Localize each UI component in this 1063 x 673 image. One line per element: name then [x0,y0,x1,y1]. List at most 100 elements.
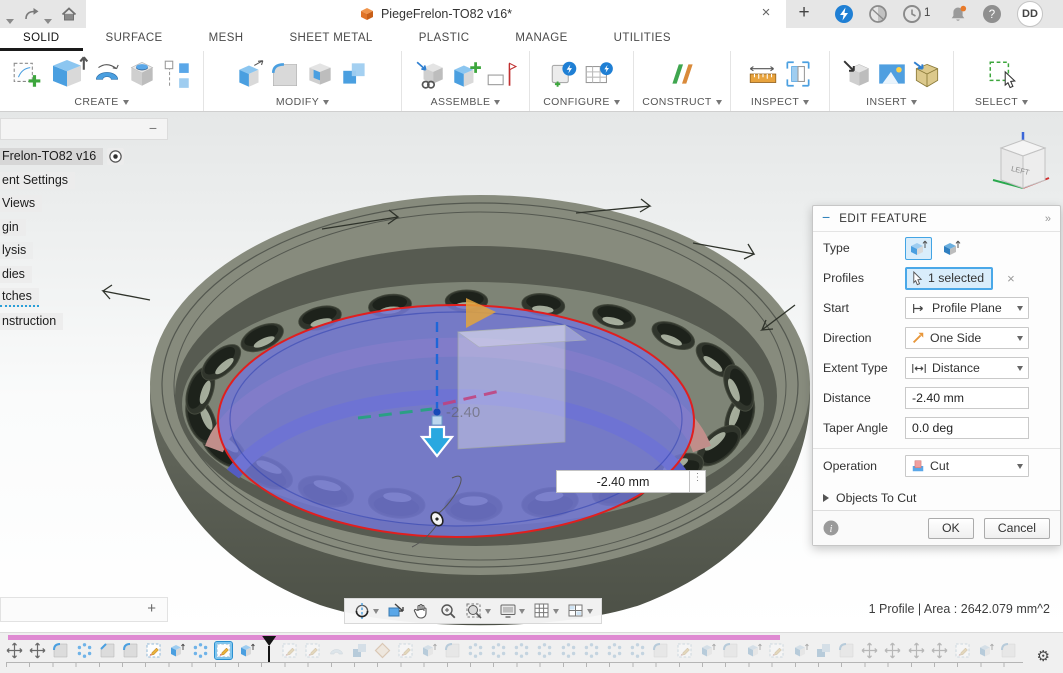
timeline-feature-extrude-rolled[interactable] [792,642,809,659]
zoom-icon[interactable] [435,599,461,623]
timeline-playhead[interactable] [262,636,276,663]
activate-component-radio-icon[interactable] [107,148,124,165]
hole-icon[interactable] [126,58,158,90]
grid-settings-icon[interactable] [529,599,563,623]
browser-item-frelon-to82-v16[interactable]: Frelon-TO82 v16 [0,147,168,166]
measure-icon[interactable] [747,58,779,90]
job-status-icon[interactable] [834,4,854,24]
group-label-configure[interactable]: CONFIGURE [543,96,620,108]
browser-minimize-icon[interactable]: − [149,120,157,136]
timeline-feature-circular-pattern-rolled[interactable] [490,642,507,659]
operation-dropdown[interactable]: Cut [905,455,1029,477]
browser-item-dies[interactable]: dies [0,265,168,284]
timeline-feature-sketch[interactable] [215,642,232,659]
timeline-feature-circular-pattern-rolled[interactable] [606,642,623,659]
timeline-feature-extrude-rolled[interactable] [699,642,716,659]
canvas-icon[interactable] [876,58,908,90]
browser-item-lysis[interactable]: lysis [0,241,168,260]
rect-pattern-icon[interactable] [161,58,193,90]
timeline-feature-fillet-rolled[interactable] [1000,642,1017,659]
new-tab-icon[interactable]: + [794,2,814,24]
timeline-feature-move-rolled[interactable] [884,642,901,659]
timeline-feature-fillet-rolled[interactable] [722,642,739,659]
shell-icon[interactable] [304,58,336,90]
dimension-options-icon[interactable]: ⋮ [690,470,706,493]
ok-button[interactable]: OK [928,518,974,539]
timeline-feature-fillet[interactable] [122,642,139,659]
ribbon-tab-mesh[interactable]: MESH [186,28,267,51]
timeline-feature-extrude-rolled[interactable] [745,642,762,659]
timeline-feature-move[interactable] [29,642,46,659]
timeline-feature-move-rolled[interactable] [861,642,878,659]
timeline-feature-circular-pattern-rolled[interactable] [583,642,600,659]
timeline-feature-extrude[interactable] [238,642,255,659]
timeline-feature-circular-pattern[interactable] [76,642,93,659]
avatar[interactable]: DD [1017,1,1043,27]
browser-item-tches[interactable]: tches [0,288,168,307]
add-icon[interactable]: + [147,600,156,617]
info-icon[interactable]: i [823,520,839,536]
insert-derive-icon[interactable] [415,58,447,90]
fillet-icon[interactable] [269,58,301,90]
objects-to-cut-expander[interactable]: Objects To Cut [813,486,1060,510]
extent-type-dropdown[interactable]: Distance [905,357,1029,379]
timeline-feature-circular-pattern-rolled[interactable] [513,642,530,659]
timeline-feature-fillet-rolled[interactable] [652,642,669,659]
help-icon[interactable]: ? [982,4,1002,24]
timeline-feature-extrude-rolled[interactable] [977,642,994,659]
orbit-icon[interactable] [349,599,383,623]
revolve-icon[interactable] [91,58,123,90]
dialog-minimize-icon[interactable]: − [822,209,830,225]
extrude-icon[interactable] [46,53,88,95]
browser-item-views[interactable]: Views [0,194,168,213]
combine-icon[interactable] [339,58,371,90]
cancel-button[interactable]: Cancel [984,518,1050,539]
timeline-feature-circular-pattern-rolled[interactable] [536,642,553,659]
timeline-feature-sketch-rolled[interactable] [768,642,785,659]
window-zoom-icon[interactable] [461,599,495,623]
ribbon-tab-sheet-metal[interactable]: SHEET METAL [266,28,395,51]
extrude-type-button[interactable] [905,237,932,260]
redo-icon[interactable] [22,5,40,23]
job-queue-clock-icon[interactable] [902,4,922,24]
start-dropdown[interactable]: Profile Plane [905,297,1029,319]
timeline-feature-combine-rolled[interactable] [815,642,832,659]
group-label-inspect[interactable]: INSPECT [751,96,809,108]
timeline-feature-fillet[interactable] [52,642,69,659]
timeline-feature-circular-pattern-rolled[interactable] [560,642,577,659]
timeline-feature-sketch[interactable] [145,642,162,659]
notifications-bell-icon[interactable] [948,4,968,24]
timeline-feature-extrude-rolled[interactable] [420,642,437,659]
dialog-expand-icon[interactable]: » [1045,213,1051,225]
timeline-feature-move-rolled[interactable] [908,642,925,659]
ribbon-tab-utilities[interactable]: UTILITIES [591,28,694,51]
display-settings-icon[interactable] [495,599,529,623]
extensions-icon[interactable] [868,4,888,24]
new-component-icon[interactable] [450,58,482,90]
timeline-feature-construction-plane-rolled[interactable] [374,642,391,659]
redo-menu-caret-icon[interactable] [44,11,53,19]
timeline-feature-move-rolled[interactable] [931,642,948,659]
timeline-feature-fillet-rolled[interactable] [444,642,461,659]
press-pull-icon[interactable] [234,58,266,90]
distance-dimension-input[interactable] [556,470,690,493]
timeline-feature-chamfer[interactable] [99,642,116,659]
browser-header[interactable]: − [0,118,168,140]
configure-icon[interactable] [548,58,580,90]
browser-item-gin[interactable]: gin [0,218,168,237]
document-tab[interactable]: PiegeFrelon-TO82 v16* × [86,0,786,28]
undo-menu-caret-icon[interactable] [6,11,15,19]
browser-item-nstruction[interactable]: nstruction [0,312,168,331]
ribbon-tab-manage[interactable]: MANAGE [492,28,590,51]
timeline-feature-sketch-rolled[interactable] [676,642,693,659]
ribbon-tab-plastic[interactable]: PLASTIC [396,28,493,51]
ribbon-tab-surface[interactable]: SURFACE [83,28,186,51]
group-label-select[interactable]: SELECT [975,96,1028,108]
insert-part-icon[interactable] [911,58,943,90]
ribbon-tab-solid[interactable]: SOLID [0,28,83,51]
select-icon[interactable] [986,58,1018,90]
thin-extrude-type-button[interactable] [938,237,965,260]
timeline-feature-circular-pattern-rolled[interactable] [629,642,646,659]
create-sketch-icon[interactable] [11,58,43,90]
profiles-clear-icon[interactable]: × [1007,271,1015,286]
